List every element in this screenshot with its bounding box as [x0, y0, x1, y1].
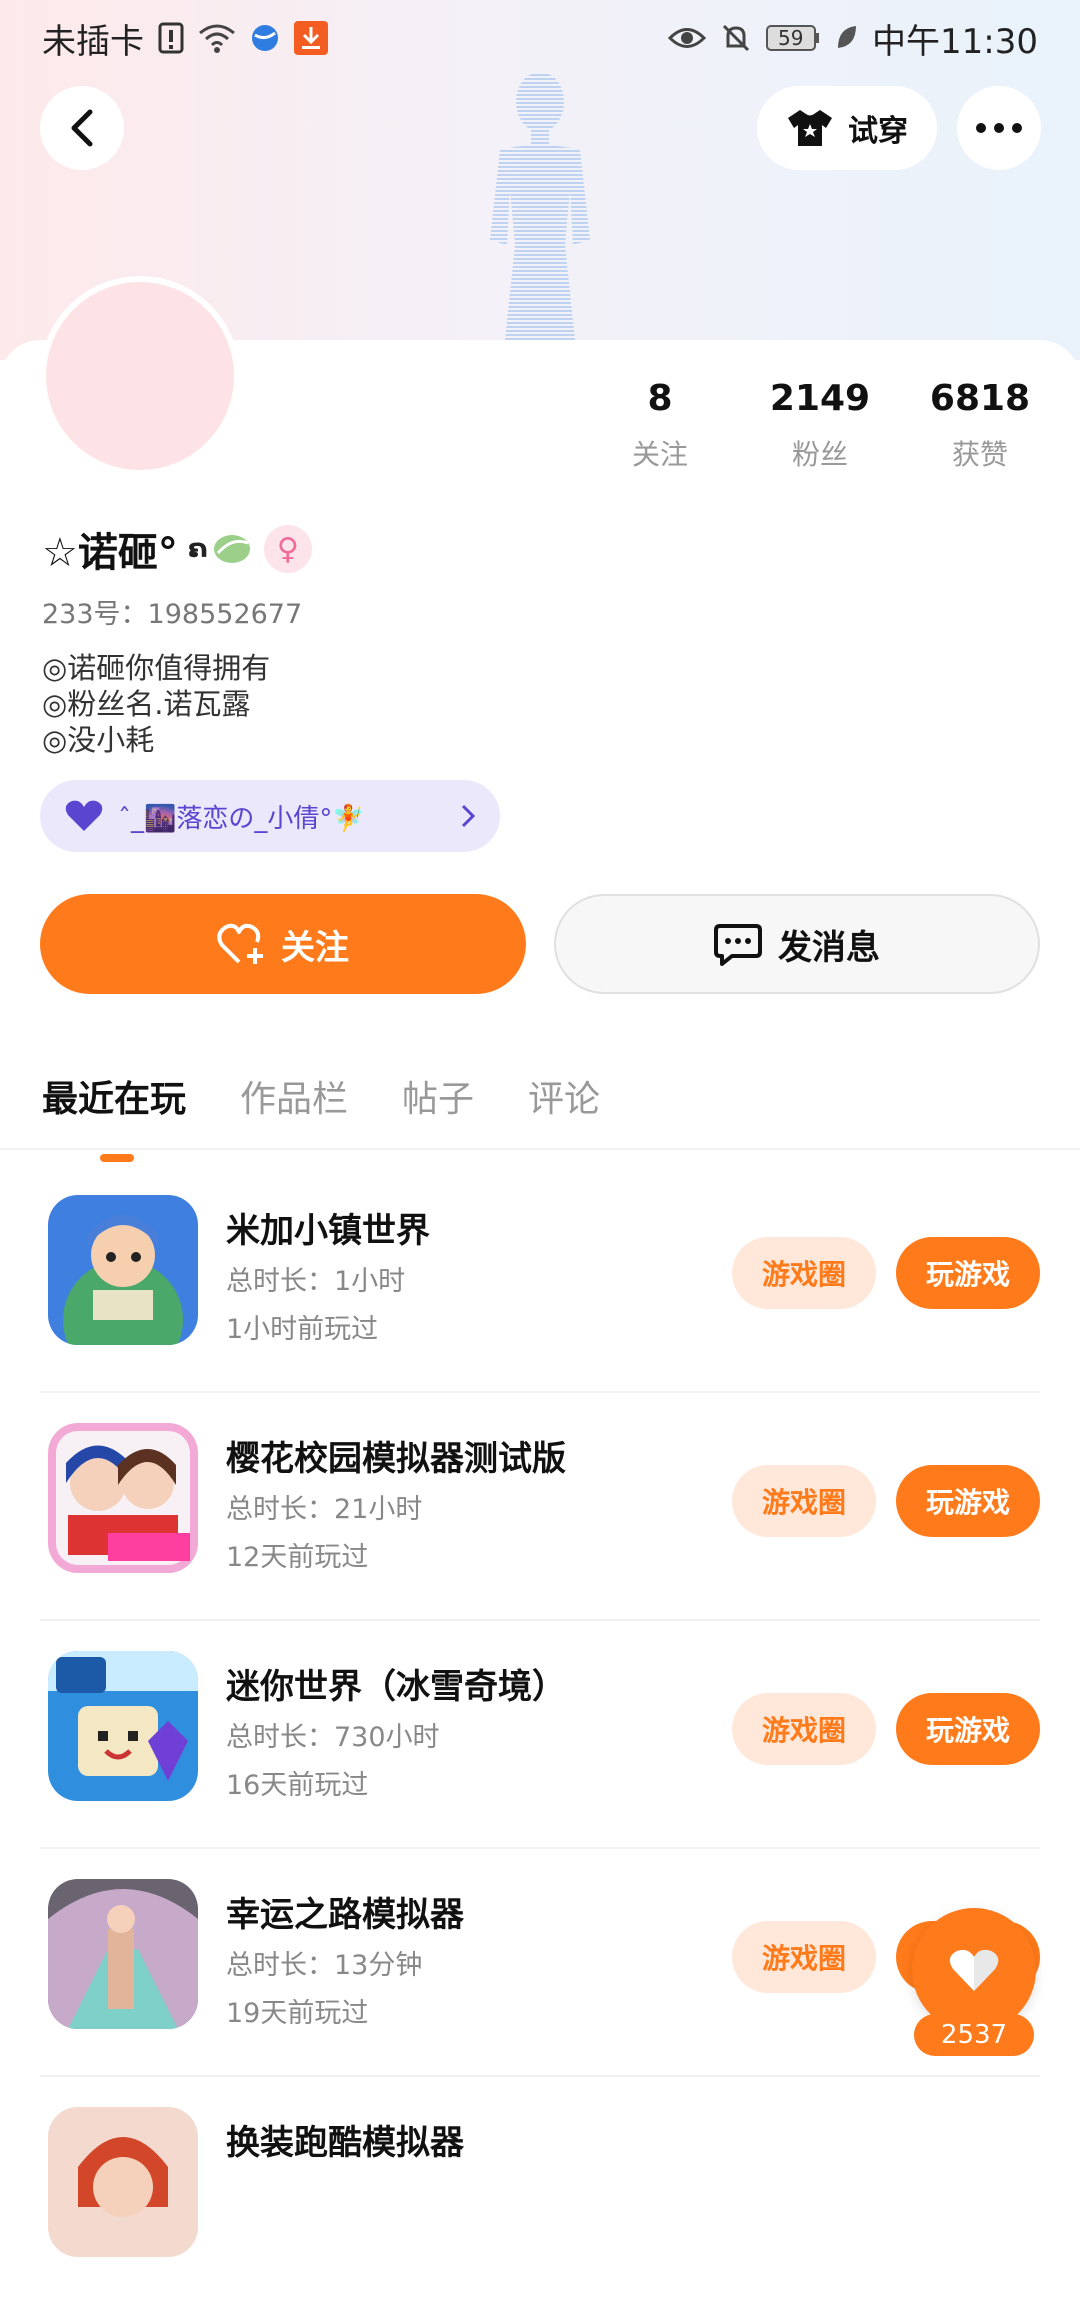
game-icon[interactable]	[48, 2107, 198, 2257]
recent-games-list: 米加小镇世界 总时长：1小时 1小时前玩过 游戏圈 玩游戏 樱花校园模拟器测试版…	[0, 1165, 1080, 2303]
game-last-played: 16天前玩过	[226, 1770, 369, 1801]
game-last-played: 1小时前玩过	[226, 1314, 379, 1345]
tshirt-icon	[788, 110, 832, 146]
game-total-time: 总时长：730小时	[226, 1722, 440, 1753]
fan-pill-text: ˆ_🌆落恋の_小倩°🧚	[118, 803, 365, 834]
stat-followers[interactable]: 2149 粉丝	[740, 378, 900, 473]
profile-stats: 8 关注 2149 粉丝 6818 获赞	[580, 378, 1060, 473]
list-item[interactable]: 换装跑酷模拟器	[40, 2077, 1040, 2303]
profile-name-row: ☆诺砸° ຄ ♀	[42, 520, 312, 578]
play-game-button[interactable]: 玩游戏	[896, 1237, 1040, 1309]
stat-likes[interactable]: 6818 获赞	[900, 378, 1060, 473]
heart-icon	[949, 1949, 999, 1991]
follow-button[interactable]: 关注	[40, 894, 526, 994]
svg-text:ຄ: ຄ	[188, 534, 207, 564]
game-circle-button[interactable]: 游戏圈	[732, 1921, 876, 1993]
bio-line: ◎没小耗	[42, 723, 155, 757]
download-app-icon	[294, 21, 328, 55]
carrier-text: 未插卡	[42, 21, 144, 62]
user-id: 233号：198552677	[42, 592, 302, 631]
follow-label: 关注	[281, 927, 349, 968]
avatar[interactable]	[40, 276, 240, 476]
stat-following-value: 8	[647, 378, 673, 419]
avatar-figure-illustration	[490, 72, 590, 340]
game-icon[interactable]	[48, 1879, 198, 2029]
tab-works[interactable]: 作品栏	[240, 1070, 348, 1122]
game-last-played: 19天前玩过	[226, 1998, 369, 2029]
sim-alert-icon	[158, 22, 184, 54]
wifi-icon	[198, 23, 236, 53]
profile-bio: ◎诺砸你值得拥有 ◎粉丝名.诺瓦露 ◎没小耗	[42, 650, 270, 758]
send-message-button[interactable]: 发消息	[554, 894, 1040, 994]
mute-bell-icon	[720, 22, 752, 54]
user-id-label: 233号：	[42, 599, 148, 630]
list-item[interactable]: 幸运之路模拟器 总时长：13分钟 19天前玩过 游戏圈 玩游戏	[40, 1849, 1040, 2077]
stat-following-label: 关注	[631, 438, 688, 471]
eye-comfort-icon	[668, 25, 707, 51]
list-item[interactable]: 迷你世界（冰雪奇境） 总时长：730小时 16天前玩过 游戏圈 玩游戏	[40, 1621, 1040, 1849]
stat-followers-value: 2149	[769, 378, 871, 419]
game-circle-button[interactable]: 游戏圈	[732, 1237, 876, 1309]
game-circle-button[interactable]: 游戏圈	[732, 1693, 876, 1765]
game-icon[interactable]	[48, 1651, 198, 1801]
game-title: 樱花校园模拟器测试版	[226, 1439, 566, 1479]
game-circle-button[interactable]: 游戏圈	[732, 1465, 876, 1537]
bio-line: ◎诺砸你值得拥有	[42, 651, 271, 685]
level-badge-icon: ຄ	[188, 525, 254, 573]
game-title: 换装跑酷模拟器	[226, 2123, 464, 2163]
chat-bubble-icon	[714, 924, 762, 966]
leaf-icon	[834, 24, 858, 52]
chevron-left-icon	[71, 109, 93, 147]
game-total-time: 总时长：13分钟	[226, 1950, 423, 1981]
battery-level: 59	[778, 26, 804, 50]
bio-line: ◎粉丝名.诺瓦露	[42, 687, 251, 721]
list-item[interactable]: 樱花校园模拟器测试版 总时长：21小时 12天前玩过 游戏圈 玩游戏	[40, 1393, 1040, 1621]
clock-text: 中午11:30	[872, 21, 1038, 62]
like-count-badge: 2537	[914, 2014, 1034, 2056]
stat-followers-label: 粉丝	[791, 438, 848, 471]
game-icon[interactable]	[48, 1195, 198, 1345]
game-total-time: 总时长：1小时	[226, 1266, 406, 1297]
status-bar: 未插卡 59 中午11:30	[0, 0, 1080, 76]
stat-following[interactable]: 8 关注	[580, 378, 740, 473]
stat-likes-value: 6818	[929, 378, 1031, 419]
game-icon[interactable]	[48, 1423, 198, 1573]
game-total-time: 总时长：21小时	[226, 1494, 423, 1525]
try-on-label: 试穿	[848, 114, 908, 149]
fan-club-pill[interactable]: ˆ_🌆落恋の_小倩°🧚	[40, 780, 500, 852]
browser-app-icon	[250, 23, 280, 53]
heart-icon	[65, 800, 103, 831]
play-game-button[interactable]: 玩游戏	[896, 1693, 1040, 1765]
battery-icon: 59	[766, 24, 820, 52]
tabs-divider	[0, 1148, 1080, 1150]
try-on-button[interactable]: 试穿	[757, 86, 937, 170]
female-gender-icon: ♀	[263, 525, 312, 573]
message-label: 发消息	[778, 927, 880, 968]
heart-plus-icon	[217, 923, 263, 964]
game-title: 米加小镇世界	[226, 1211, 430, 1251]
more-options-button[interactable]	[957, 86, 1041, 170]
back-button[interactable]	[40, 86, 124, 170]
game-last-played: 12天前玩过	[226, 1542, 369, 1573]
profile-tabs: 最近在玩 作品栏 帖子 评论	[42, 1070, 600, 1162]
more-dots-icon	[976, 123, 1022, 133]
tab-posts[interactable]: 帖子	[402, 1070, 474, 1122]
tab-recently-played[interactable]: 最近在玩	[42, 1070, 186, 1162]
user-id-value: 198552677	[147, 599, 303, 630]
play-game-button[interactable]: 玩游戏	[896, 1465, 1040, 1537]
profile-name: ☆诺砸°	[42, 530, 178, 576]
list-item[interactable]: 米加小镇世界 总时长：1小时 1小时前玩过 游戏圈 玩游戏	[40, 1165, 1040, 1393]
game-title: 迷你世界（冰雪奇境）	[226, 1667, 566, 1707]
tab-comments[interactable]: 评论	[528, 1070, 600, 1122]
game-title: 幸运之路模拟器	[226, 1895, 464, 1935]
stat-likes-label: 获赞	[951, 438, 1008, 471]
chevron-right-icon	[461, 804, 476, 828]
